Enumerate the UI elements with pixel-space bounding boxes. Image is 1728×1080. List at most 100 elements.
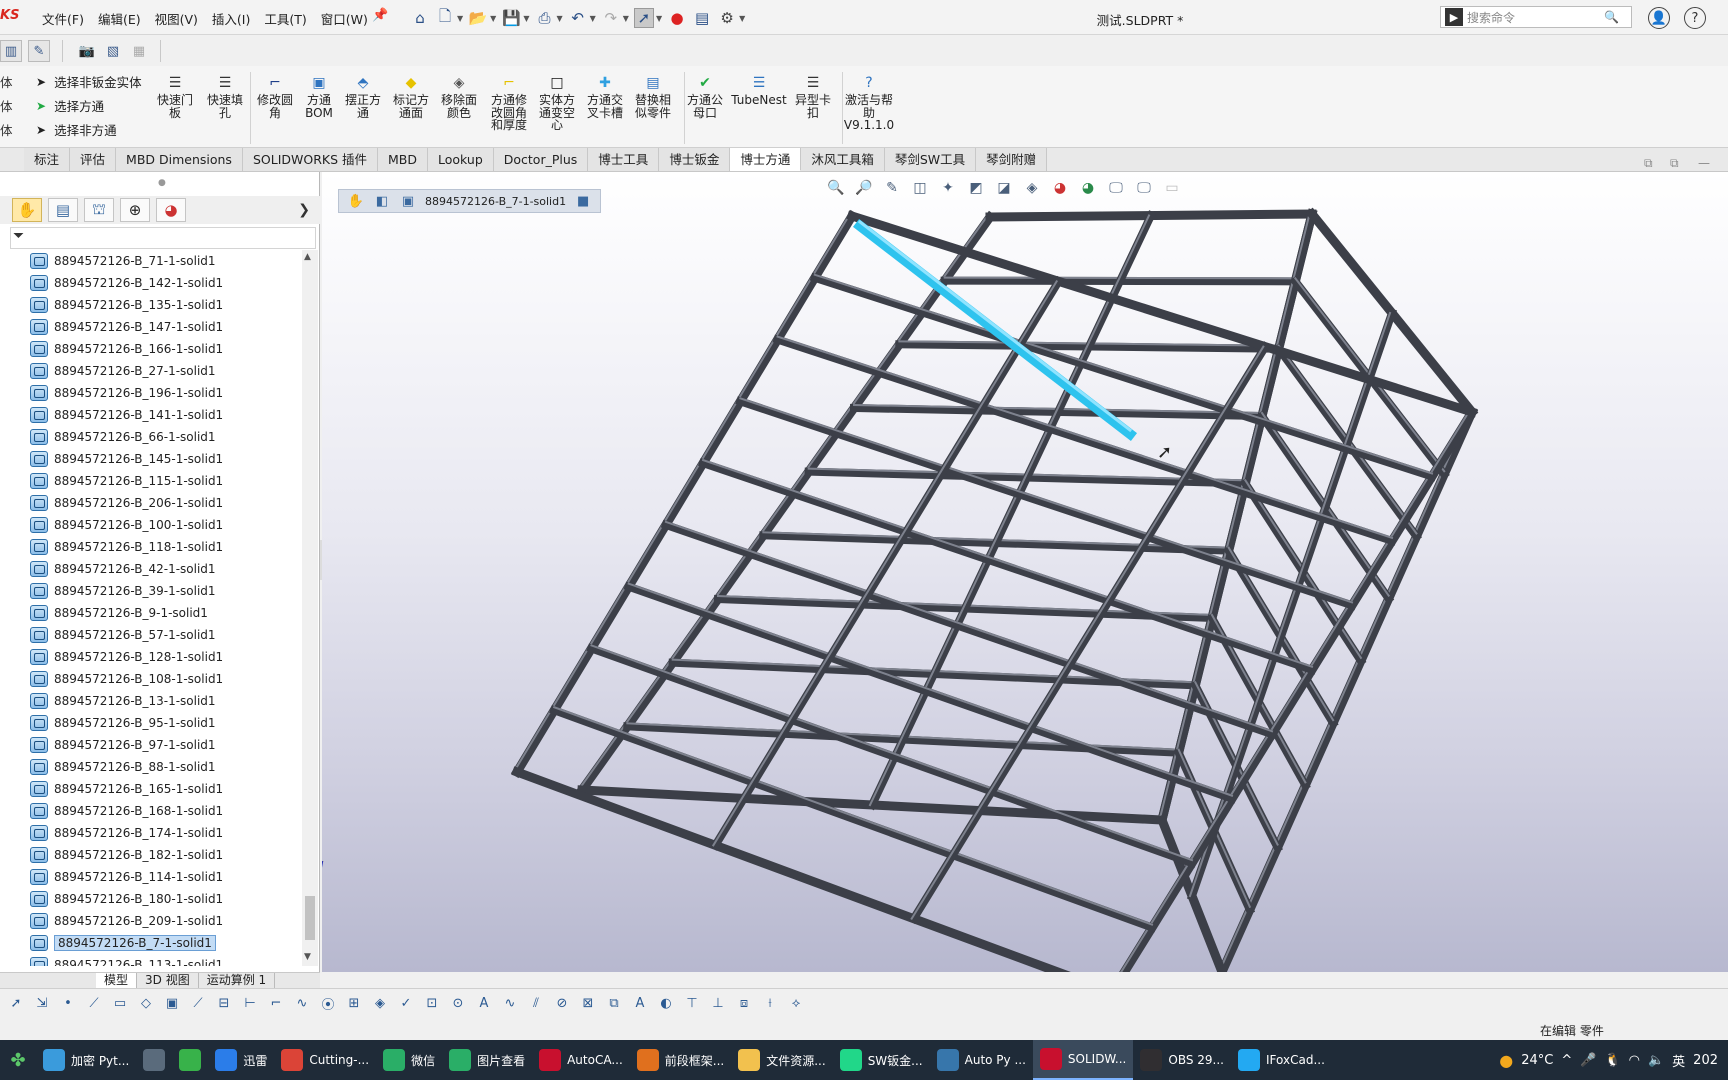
zoom-to-fit-icon[interactable]: 🔍 [826, 178, 846, 198]
frame-upright[interactable] [866, 210, 1157, 811]
tangent-icon[interactable]: ⟡ [786, 994, 806, 1014]
pin-icon[interactable]: 📌 [372, 8, 388, 23]
tree-item[interactable]: 8894572126-B_88-1-solid1 [0, 756, 302, 778]
zoom-area-icon[interactable]: 🔎 [854, 178, 874, 198]
trim-icon[interactable]: ⊢ [240, 994, 260, 1014]
bottom-tab-0[interactable]: 模型 [96, 973, 138, 988]
traffic-light-icon[interactable]: ● [667, 8, 687, 28]
user-account-icon[interactable]: 👤 [1648, 7, 1670, 29]
taskbar-app[interactable]: 文件资源... [731, 1040, 832, 1080]
frame-rail-highlight[interactable] [1158, 210, 1312, 820]
scroll-up-icon[interactable]: ▲ [304, 252, 311, 262]
taskbar-app[interactable]: AutoCA... [532, 1040, 630, 1080]
ribbon-command-align-tube[interactable]: ⬘ 摆正方通 [340, 74, 386, 119]
measure-icon[interactable]: ⊡ [422, 994, 442, 1014]
tree-item[interactable]: 8894572126-B_145-1-solid1 [0, 448, 302, 470]
tab-1[interactable]: 评估 [70, 148, 117, 171]
feature-manager-tab-icon[interactable]: ✋ [12, 198, 42, 222]
select-non-tube-command[interactable]: 体 ➤ 选择非方通 [0, 120, 117, 139]
taskbar-app[interactable]: 微信 [376, 1040, 442, 1080]
scroll-thumb[interactable] [305, 896, 315, 940]
menu-window[interactable]: 窗口(W) [321, 9, 368, 28]
mirror-icon[interactable]: ⫽ [526, 994, 546, 1014]
start-icon[interactable]: ✤ [0, 1040, 36, 1080]
tree-item[interactable]: 8894572126-B_118-1-solid1 [0, 536, 302, 558]
tree-item[interactable]: 8894572126-B_142-1-solid1 [0, 272, 302, 294]
bottom-tab-2[interactable]: 运动算例 1 [199, 973, 276, 988]
frame-crossbar[interactable] [772, 334, 1398, 546]
home-icon[interactable]: ⌂ [410, 8, 430, 28]
tree-item[interactable]: 8894572126-B_100-1-solid1 [0, 514, 302, 536]
menu-file[interactable]: 文件(F) [42, 9, 84, 28]
search-input[interactable]: 搜索命令 [1467, 9, 1604, 26]
ribbon-command-replace-part[interactable]: ▤ 替换相似零件 [630, 74, 676, 119]
tree-item[interactable]: 8894572126-B_168-1-solid1 [0, 800, 302, 822]
tree-item[interactable]: 8894572126-B_165-1-solid1 [0, 778, 302, 800]
spline-icon[interactable]: ∿ [292, 994, 312, 1014]
chevron-down-icon[interactable]: ▼ [623, 14, 629, 23]
tree-item[interactable]: 8894572126-B_66-1-solid1 [0, 426, 302, 448]
taskbar-app[interactable]: SW钣金... [833, 1040, 930, 1080]
curve-icon[interactable]: ∿ [500, 994, 520, 1014]
point-icon[interactable]: • [58, 994, 78, 1014]
chevron-down-icon[interactable]: ▼ [523, 14, 529, 23]
tab-9[interactable]: 博士方通 [730, 148, 802, 171]
appearance-icon[interactable]: ◕ [1050, 178, 1070, 198]
chevron-down-icon[interactable]: ▼ [490, 14, 496, 23]
frame-rail[interactable] [1112, 405, 1479, 972]
taskbar-app[interactable]: 前段框架... [630, 1040, 731, 1080]
filter-icon[interactable]: ⏷ [13, 228, 24, 244]
ribbon-command-male-female[interactable]: ✔ 方通公母口 [682, 74, 728, 119]
fill-icon[interactable]: ◐ [656, 994, 676, 1014]
chevron-up-icon[interactable]: ^ [1561, 1053, 1572, 1068]
tree-item[interactable]: 8894572126-B_196-1-solid1 [0, 382, 302, 404]
weather-temperature[interactable]: 24°C [1521, 1053, 1553, 1068]
graphics-viewport[interactable]: ➚ [322, 172, 1728, 972]
display-style-icon[interactable]: ◪ [994, 178, 1014, 198]
camera-icon[interactable]: 📷 [76, 40, 98, 62]
taskbar-app[interactable] [172, 1040, 208, 1080]
ribbon-command-fillet[interactable]: ⌐ 修改圆角 [252, 74, 298, 119]
tree-item[interactable]: 8894572126-B_113-1-solid1 [0, 954, 302, 966]
tree-item[interactable]: 8894572126-B_97-1-solid1 [0, 734, 302, 756]
tree-item[interactable]: 8894572126-B_42-1-solid1 [0, 558, 302, 580]
tab-7[interactable]: 博士工具 [588, 148, 660, 171]
tree-item[interactable]: 8894572126-B_135-1-solid1 [0, 294, 302, 316]
body-icon[interactable]: ▣ [399, 193, 417, 209]
line-icon[interactable]: ⟋ [84, 994, 104, 1014]
pattern-icon[interactable]: ⊠ [578, 994, 598, 1014]
tile-icon[interactable]: ⧉ [1670, 156, 1679, 171]
select-tube-command[interactable]: 体 ➤ 选择方通 [0, 96, 104, 115]
frame-crossbar[interactable] [809, 272, 1438, 482]
note-icon[interactable]: A [630, 994, 650, 1014]
shape-icon[interactable]: ◇ [136, 994, 156, 1014]
ribbon-command-clip[interactable]: ☰ 异型卡扣 [790, 74, 836, 119]
select-pointer-icon[interactable]: ➚ [633, 8, 654, 28]
tree-item[interactable]: 8894572126-B_182-1-solid1 [0, 844, 302, 866]
breadcrumb-body-name[interactable]: 8894572126-B_7-1-solid1 [425, 195, 566, 208]
ribbon-command-tubenest[interactable]: ☰ TubeNest [731, 74, 786, 107]
previous-view-icon[interactable]: ✎ [882, 178, 902, 198]
ribbon-command-door-panel[interactable]: ☰ 快速门板 [152, 74, 198, 119]
box-icon[interactable]: ▣ [162, 994, 182, 1014]
undo-icon[interactable]: ↶ [568, 8, 588, 28]
snap-icon[interactable]: ⦿ [318, 994, 338, 1014]
relation-icon[interactable]: ⟊ [760, 994, 780, 1014]
bottom-tab-1[interactable]: 3D 视图 [137, 973, 199, 988]
gear-icon[interactable]: ⚙ [717, 8, 737, 28]
part-icon[interactable]: ◧ [373, 193, 391, 209]
dynamic-annotation-icon[interactable]: ✦ [938, 178, 958, 198]
move-icon[interactable]: ⊥ [708, 994, 728, 1014]
microphone-icon[interactable]: 🎤 [1580, 1053, 1596, 1068]
chevron-down-icon[interactable]: ▼ [556, 14, 562, 23]
ribbon-command-fillet-thickness[interactable]: ⌐ 方通修改圆角和厚度 [486, 74, 532, 132]
hide-show-icon[interactable]: ◈ [1022, 178, 1042, 198]
tab-3[interactable]: SOLIDWORKS 插件 [242, 148, 378, 171]
text-icon[interactable]: A [474, 994, 494, 1014]
tab-5[interactable]: Lookup [428, 148, 494, 171]
tree-item[interactable]: 8894572126-B_147-1-solid1 [0, 316, 302, 338]
corner-icon[interactable]: ⌐ [266, 994, 286, 1014]
offset-icon[interactable]: ⊘ [552, 994, 572, 1014]
configuration-manager-tab-icon[interactable]: ⛫ [84, 198, 114, 222]
open-file-icon[interactable]: 📂 [468, 8, 488, 28]
